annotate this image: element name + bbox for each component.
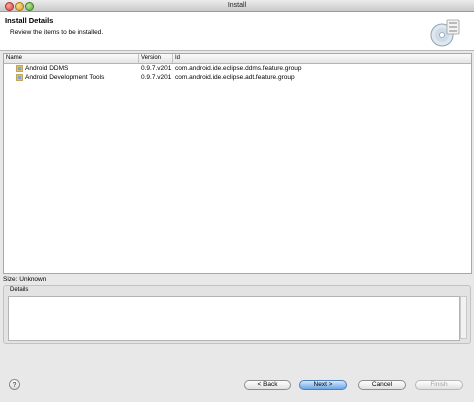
- back-button[interactable]: < Back: [244, 380, 291, 390]
- title-bar: Install: [0, 0, 474, 12]
- window-zoom-icon[interactable]: [25, 2, 34, 11]
- row-version: 0.9.7.v201: [141, 74, 172, 81]
- size-label: Size: Unknown: [3, 276, 47, 283]
- table-row[interactable]: Android Development Tools 0.9.7.v201 com…: [4, 73, 471, 82]
- row-version: 0.9.7.v201: [141, 65, 172, 72]
- feature-package-icon: [16, 74, 23, 81]
- column-header-id[interactable]: Id: [173, 54, 471, 63]
- row-name: Android DDMS: [25, 65, 69, 72]
- table-row[interactable]: Android DDMS 0.9.7.v201 com.android.ide.…: [4, 64, 471, 73]
- page-title: Install Details: [5, 16, 54, 25]
- next-button[interactable]: Next >: [299, 380, 347, 390]
- help-button[interactable]: ?: [9, 379, 20, 390]
- page-description: Review the items to be installed.: [10, 29, 104, 36]
- install-cd-icon: [430, 19, 460, 47]
- window-close-icon[interactable]: [5, 2, 14, 11]
- window-minimize-icon[interactable]: [15, 2, 24, 11]
- details-text-area[interactable]: [8, 296, 460, 341]
- install-items-table[interactable]: Name Version Id Android DDMS 0.9.7.v201 …: [3, 53, 472, 274]
- column-header-name[interactable]: Name: [4, 54, 139, 63]
- details-legend: Details: [10, 287, 29, 293]
- row-name: Android Development Tools: [25, 74, 105, 81]
- wizard-header: Install Details Review the items to be i…: [0, 12, 474, 51]
- finish-button[interactable]: Finish: [415, 380, 463, 390]
- window-title: Install: [227, 2, 247, 9]
- cancel-button[interactable]: Cancel: [358, 380, 406, 390]
- table-header: Name Version Id: [4, 54, 471, 64]
- column-header-version[interactable]: Version: [139, 54, 173, 63]
- row-id: com.android.ide.eclipse.adt.feature.grou…: [175, 74, 295, 81]
- feature-package-icon: [16, 65, 23, 72]
- install-window: Install Install Details Review the items…: [0, 0, 474, 402]
- details-scrollbar[interactable]: [460, 296, 467, 339]
- details-group: Details: [3, 285, 471, 344]
- row-id: com.android.ide.eclipse.ddms.feature.gro…: [175, 65, 302, 72]
